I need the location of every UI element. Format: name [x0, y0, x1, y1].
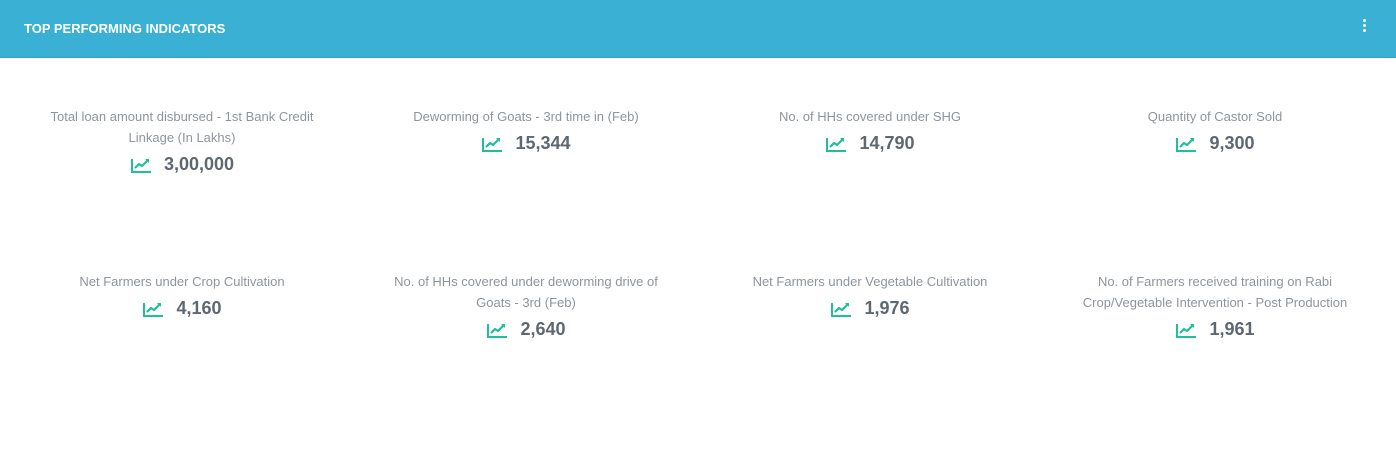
- indicator-tile: No. of HHs covered under deworming drive…: [381, 271, 671, 340]
- trend-up-icon: [130, 158, 151, 173]
- top-performing-indicators-card: TOP PERFORMING INDICATORS Total loan amo…: [0, 0, 1396, 456]
- trend-up-icon: [1176, 137, 1197, 152]
- trend-up-icon: [143, 302, 164, 317]
- indicator-label: No. of HHs covered under deworming drive…: [394, 274, 658, 310]
- trend-up-icon: [1176, 323, 1197, 338]
- indicator-value: 1,976: [864, 298, 910, 318]
- card-header: TOP PERFORMING INDICATORS: [0, 0, 1396, 58]
- indicator-label: Quantity of Castor Sold: [1147, 109, 1283, 124]
- indicator-tile: Total loan amount disbursed - 1st Bank C…: [37, 106, 327, 175]
- indicator-label: No. of HHs covered under SHG: [778, 109, 962, 124]
- indicator-label: Net Farmers under Vegetable Cultivation: [752, 274, 988, 289]
- indicator-value: 2,640: [520, 319, 566, 339]
- indicator-label: Total loan amount disbursed - 1st Bank C…: [50, 109, 314, 145]
- indicator-tile: Deworming of Goats - 3rd time in (Feb) 1…: [381, 106, 671, 154]
- indicator-value: 3,00,000: [163, 154, 235, 174]
- indicator-value: 9,300: [1209, 133, 1255, 153]
- trend-up-icon: [831, 302, 852, 317]
- vertical-dots-icon[interactable]: [1356, 16, 1372, 34]
- indicator-tile: Net Farmers under Vegetable Cultivation …: [725, 271, 1015, 319]
- indicator-tile: Quantity of Castor Sold 9,300: [1070, 106, 1360, 154]
- indicator-tile: Net Farmers under Crop Cultivation 4,160: [37, 271, 327, 319]
- indicator-value: 1,961: [1209, 319, 1255, 339]
- trend-up-icon: [487, 323, 508, 338]
- trend-up-icon: [826, 137, 847, 152]
- indicator-label: Deworming of Goats - 3rd time in (Feb): [413, 109, 639, 124]
- indicator-value: 15,344: [515, 133, 571, 153]
- indicator-value: 14,790: [859, 133, 915, 153]
- indicator-label: Net Farmers under Crop Cultivation: [79, 274, 285, 289]
- card-title: TOP PERFORMING INDICATORS: [24, 21, 226, 36]
- trend-up-icon: [482, 137, 503, 152]
- indicator-value: 4,160: [176, 298, 222, 318]
- indicator-tile: No. of Farmers received training on Rabi…: [1070, 271, 1360, 340]
- indicator-label: No. of Farmers received training on Rabi…: [1082, 274, 1348, 310]
- indicator-tile: No. of HHs covered under SHG 14,790: [725, 106, 1015, 154]
